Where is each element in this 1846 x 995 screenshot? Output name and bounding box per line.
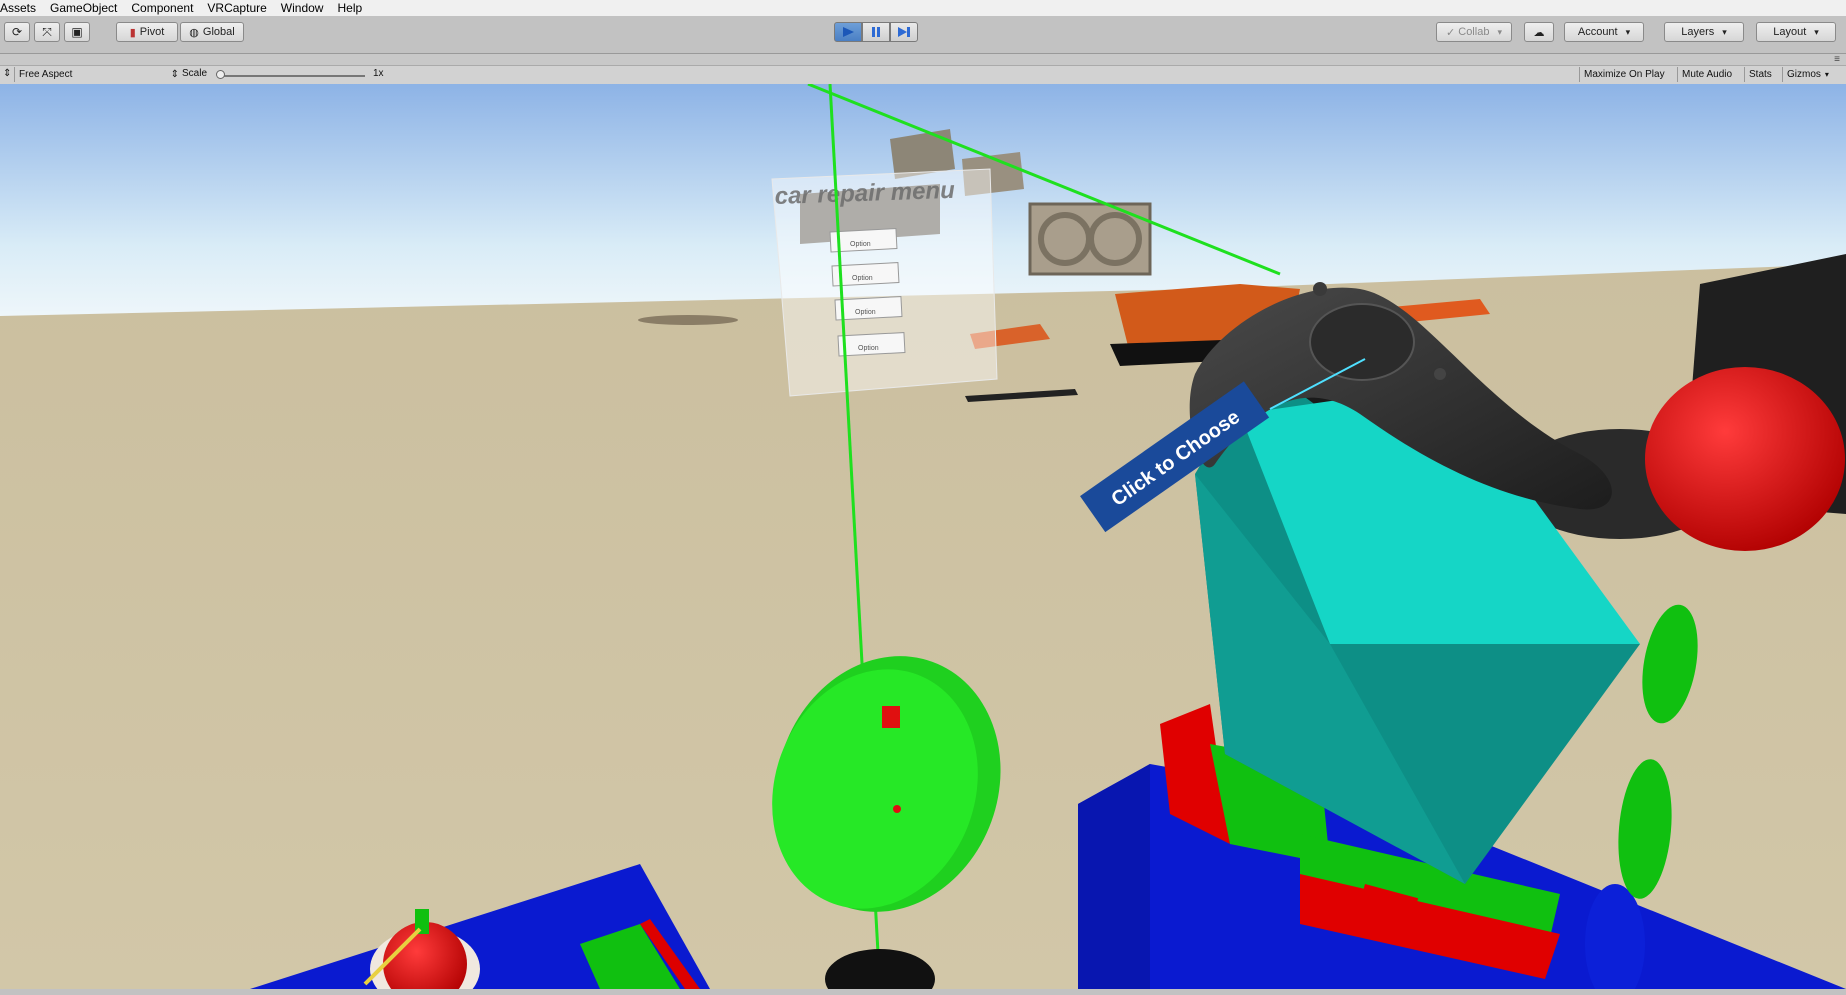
menu-assets[interactable]: Assets [0,1,36,15]
stats-toggle[interactable]: Stats [1744,67,1776,82]
collab-label: Collab [1458,26,1490,38]
game-view-toolbar: ⇕ Free Aspect ⇕ Scale 1x Maximize On Pla… [0,65,1846,84]
menu-vrcapture[interactable]: VRCapture [207,1,266,15]
gizmos-dropdown[interactable]: Gizmos ▾ [1782,67,1843,82]
scene-render: car repair menu Option Option Option Opt… [0,84,1846,989]
controller-button-icon [1434,368,1446,380]
rotate-icon: ⟳ [11,25,23,39]
play-button[interactable] [834,22,862,42]
rotate-tool-button[interactable]: ⟳ [4,22,30,42]
cloud-icon: ☁ [1533,26,1545,39]
menu-option-label: Option [858,345,879,352]
global-toggle-button[interactable]: ◍ Global [180,22,244,42]
collab-dropdown[interactable]: ✓ Collab [1436,22,1512,42]
scale-slider-knob[interactable] [216,70,225,79]
globe-icon: ◍ [189,26,199,39]
rect-tool-button[interactable]: ▣ [64,22,90,42]
pivot-toggle-button[interactable]: ▮ Pivot [116,22,178,42]
scale-tool-button[interactable]: ⤧ [34,22,60,42]
gizmos-label: Gizmos [1787,69,1821,80]
account-dropdown[interactable]: Account [1564,22,1644,42]
controller-button-icon [1313,282,1327,296]
rect-icon: ▣ [71,25,83,39]
menu-option-label: Option [852,275,873,282]
scale-icon: ⤧ [42,24,52,39]
maximize-label: Maximize On Play [1584,69,1665,80]
menu-component[interactable]: Component [131,1,193,15]
mute-audio-toggle[interactable]: Mute Audio [1677,67,1736,82]
aspect-dropdown[interactable]: Free Aspect ⇕ [14,67,183,82]
updown-icon: ⇕ [170,69,179,80]
controller-touchpad [1309,303,1415,381]
maximize-on-play-toggle[interactable]: Maximize On Play [1579,67,1669,82]
bottom-border [0,989,1846,995]
red-sphere [1645,367,1845,551]
menu-bar: Assets GameObject Component VRCapture Wi… [0,0,1846,16]
game-viewport[interactable]: car repair menu Option Option Option Opt… [0,84,1846,989]
pivot-label: Pivot [139,26,165,38]
panel-menu-icon[interactable]: ≡ [1834,54,1840,65]
red-dot [893,805,901,813]
account-label: Account [1577,26,1618,38]
cloud-button[interactable]: ☁ [1524,22,1554,42]
red-marker [882,706,900,728]
chevron-down-icon: ▾ [1824,70,1829,79]
stats-label: Stats [1749,69,1772,80]
scale-slider-track[interactable] [220,75,365,77]
play-icon [843,27,854,37]
layout-label: Layout [1773,26,1807,38]
step-button[interactable] [890,22,918,42]
display-select-icon[interactable]: ⇕ [3,68,11,79]
menu-option-label: Option [855,309,876,316]
pause-button[interactable] [862,22,890,42]
mute-label: Mute Audio [1682,69,1733,80]
layers-dropdown[interactable]: Layers [1664,22,1744,42]
step-icon [898,27,910,37]
menu-gameobject[interactable]: GameObject [50,1,117,15]
layers-label: Layers [1681,26,1715,38]
aspect-label: Free Aspect [19,69,73,80]
global-label: Global [202,26,235,38]
distant-object [638,315,738,325]
scale-value: 1x [373,68,384,79]
pause-icon [872,27,880,37]
menu-window[interactable]: Window [281,1,324,15]
menu-option-label: Option [850,241,871,248]
check-icon: ✓ [1446,26,1456,39]
scale-label: Scale [182,68,208,79]
layout-dropdown[interactable]: Layout [1756,22,1836,42]
pivot-icon: ▮ [129,26,136,39]
menu-help[interactable]: Help [337,1,362,15]
main-toolbar: ⟳ ⤧ ▣ ▮ Pivot ◍ Global ✓ Collab ☁ Accoun… [0,16,1846,54]
